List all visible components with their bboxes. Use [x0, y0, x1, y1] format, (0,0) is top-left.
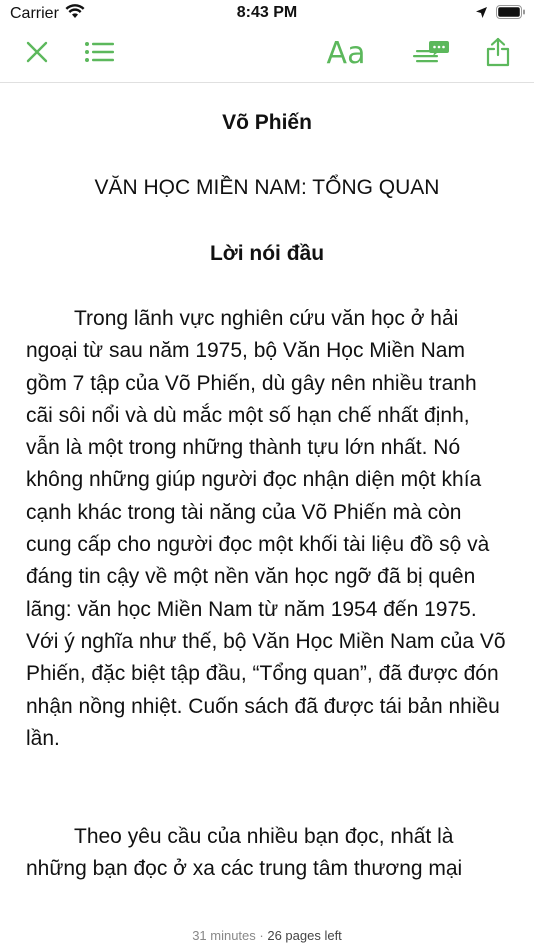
book-title: VĂN HỌC MIỀN NAM: TỔNG QUAN — [94, 176, 440, 199]
paragraph: Trong lãnh vực nghiên cứu văn học ở hải … — [26, 307, 506, 750]
font-settings-button[interactable]: Aa — [326, 36, 366, 72]
font-size-icon: Aa — [327, 39, 366, 69]
close-icon — [25, 40, 49, 69]
location-arrow-icon — [475, 6, 488, 24]
book-author: Võ Phiến — [222, 111, 312, 134]
annotations-button[interactable] — [410, 36, 452, 72]
notes-bubble-icon — [413, 39, 449, 70]
share-button[interactable] — [482, 36, 514, 72]
time-left: 31 minutes — [192, 928, 256, 943]
status-bar: Carrier 8:43 PM — [0, 0, 534, 28]
list-icon — [84, 41, 114, 68]
table-of-contents-button[interactable] — [82, 36, 116, 72]
share-icon — [486, 37, 510, 72]
close-button[interactable] — [20, 36, 54, 72]
font-size-label: Aa — [326, 36, 366, 71]
reading-progress: 31 minutes · 26 pages left — [0, 928, 534, 943]
pages-left: 26 pages left — [267, 928, 342, 943]
paragraph: Theo yêu cầu của nhiều bạn đọc, nhất là … — [26, 825, 463, 881]
battery-icon — [496, 5, 526, 24]
reader-toolbar: Aa — [0, 28, 534, 83]
book-content: Võ Phiến VĂN HỌC MIỀN NAM: TỔNG QUAN Lời… — [26, 86, 508, 886]
separator: · — [255, 928, 268, 943]
status-time: 8:43 PM — [236, 4, 298, 21]
status-right — [475, 5, 526, 24]
section-heading: Lời nói đầu — [209, 242, 325, 265]
